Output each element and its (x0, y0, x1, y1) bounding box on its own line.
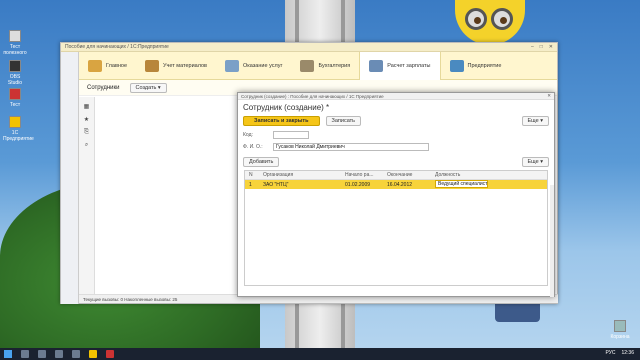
browser-icon[interactable] (72, 350, 80, 358)
star-icon[interactable]: ★ (79, 116, 94, 123)
grid-icon[interactable]: ▦ (79, 103, 94, 110)
record-icon[interactable] (106, 350, 114, 358)
search-icon[interactable] (21, 350, 29, 358)
search-icon[interactable]: ⌕ (79, 142, 94, 149)
dialog-titlebar: Сотрудник (создание) : Пособие для начин… (238, 93, 554, 100)
section-label: Учет материалов (163, 62, 207, 69)
taskbar: РУС 12:36 (0, 348, 640, 360)
column-header[interactable]: Начало ра... (345, 172, 387, 178)
column-header[interactable]: Окончание (387, 172, 435, 178)
desktop-icon[interactable]: Тест (3, 88, 27, 108)
add-button[interactable]: Добавить (243, 157, 280, 167)
code-label: Код: (243, 132, 253, 138)
explorer-icon[interactable] (55, 350, 63, 358)
create-button[interactable]: Создать ▾ (129, 82, 167, 93)
code-input[interactable] (273, 131, 309, 139)
section-services[interactable]: Оказание услуг (216, 52, 291, 80)
row-start-date[interactable]: 01.02.2009 (345, 182, 387, 188)
save-and-close-button[interactable]: Записать и закрыть (243, 116, 320, 126)
fio-label: Ф. И. О.: (243, 144, 263, 150)
desktop-icon-label: Тест полезного (3, 44, 27, 56)
more-button[interactable]: Еще ▾ (521, 157, 549, 167)
employee-dialog: Сотрудник (создание) : Пособие для начин… (237, 92, 555, 297)
section-enterprise[interactable]: Предприятие (441, 52, 511, 80)
section-materials[interactable]: Учет материалов (136, 52, 216, 80)
form-command-bar: Записать и закрыть Записать Еще ▾ (238, 115, 554, 127)
clock[interactable]: 12:36 (621, 350, 634, 356)
section-label: Предприятие (467, 62, 502, 69)
system-tray: РУС 12:36 (605, 350, 634, 356)
history-icon[interactable]: ⎘ (79, 129, 94, 136)
box-icon (145, 59, 160, 72)
desktop-icon-label: Корзина (610, 334, 630, 340)
cube-icon (449, 59, 464, 72)
section-main[interactable]: Главное (79, 52, 136, 80)
fio-input[interactable]: Гусаков Николай Дмитриевич (273, 143, 429, 151)
goggle (465, 8, 487, 30)
language-indicator[interactable]: РУС (605, 350, 615, 356)
column-header[interactable]: Должность (435, 172, 547, 178)
table-row[interactable]: 1 ЗАО "НТЦ" 01.02.2009 16.04.2012 Ведущи… (245, 180, 547, 189)
sidebar: ▦ ★ ⎘ ⌕ (79, 97, 95, 297)
row-number: 1 (249, 181, 252, 188)
form-heading: Сотрудник (создание) * (243, 103, 330, 112)
goggle (491, 8, 513, 30)
work-history-table: N Организация Начало ра... Окончание Дол… (244, 170, 548, 286)
services-icon (224, 59, 239, 72)
minion-figure (455, 0, 525, 45)
1c-taskbar-icon[interactable] (89, 350, 97, 358)
row-organization[interactable]: ЗАО "НТЦ" (263, 182, 345, 188)
close-icon[interactable]: ✕ (549, 44, 553, 50)
left-panel (61, 52, 79, 304)
more-button[interactable]: Еще ▾ (521, 116, 549, 126)
desktop-icon[interactable]: OBS Studio (3, 60, 27, 86)
task-view-icon[interactable] (38, 350, 46, 358)
row-position[interactable]: Ведущий специалист (435, 180, 489, 188)
save-button[interactable]: Записать (325, 116, 362, 126)
desktop-icon-label: Тест (9, 102, 21, 108)
code-row: Код: (238, 129, 554, 141)
close-icon[interactable]: ✕ (547, 93, 551, 99)
desktop-icon-label: OBS Studio (7, 74, 23, 86)
accounting-icon (300, 59, 315, 72)
section-label: Оказание услуг (242, 62, 283, 69)
desktop-icon[interactable]: 1С Предприятие (3, 116, 34, 142)
section-accounting[interactable]: Бухгалтерия (291, 52, 359, 80)
column-header[interactable]: Организация (263, 172, 345, 178)
section-label: Расчет зарплаты (387, 62, 431, 69)
minimize-icon[interactable]: – (531, 44, 534, 50)
dialog-title: Сотрудник (создание) : Пособие для начин… (241, 93, 384, 99)
section-bar: Главное Учет материалов Оказание услуг Б… (61, 51, 557, 80)
start-button[interactable] (4, 350, 12, 358)
section-payroll[interactable]: Расчет зарплаты (359, 51, 441, 80)
row-end-date[interactable]: 16.04.2012 (387, 182, 435, 188)
home-icon (88, 59, 102, 72)
desktop-icon[interactable]: Тест полезного (3, 30, 27, 56)
fio-row: Ф. И. О.: Гусаков Николай Дмитриевич (238, 141, 554, 153)
list-title: Сотрудники (87, 84, 120, 91)
table-header: N Организация Начало ра... Окончание Дол… (245, 171, 547, 180)
people-icon (369, 59, 384, 72)
maximize-icon[interactable]: □ (540, 44, 543, 50)
window-title: Пособие для начинающих / 1С:Предприятие (65, 44, 169, 50)
column-header[interactable]: N (245, 172, 263, 178)
section-label: Бухгалтерия (318, 62, 351, 69)
dialog-scrollbar[interactable] (550, 185, 554, 297)
section-label: Главное (106, 62, 128, 69)
table-command-bar: Добавить Еще ▾ (238, 156, 554, 168)
desktop-icon-recycle[interactable]: Корзина (608, 320, 632, 340)
